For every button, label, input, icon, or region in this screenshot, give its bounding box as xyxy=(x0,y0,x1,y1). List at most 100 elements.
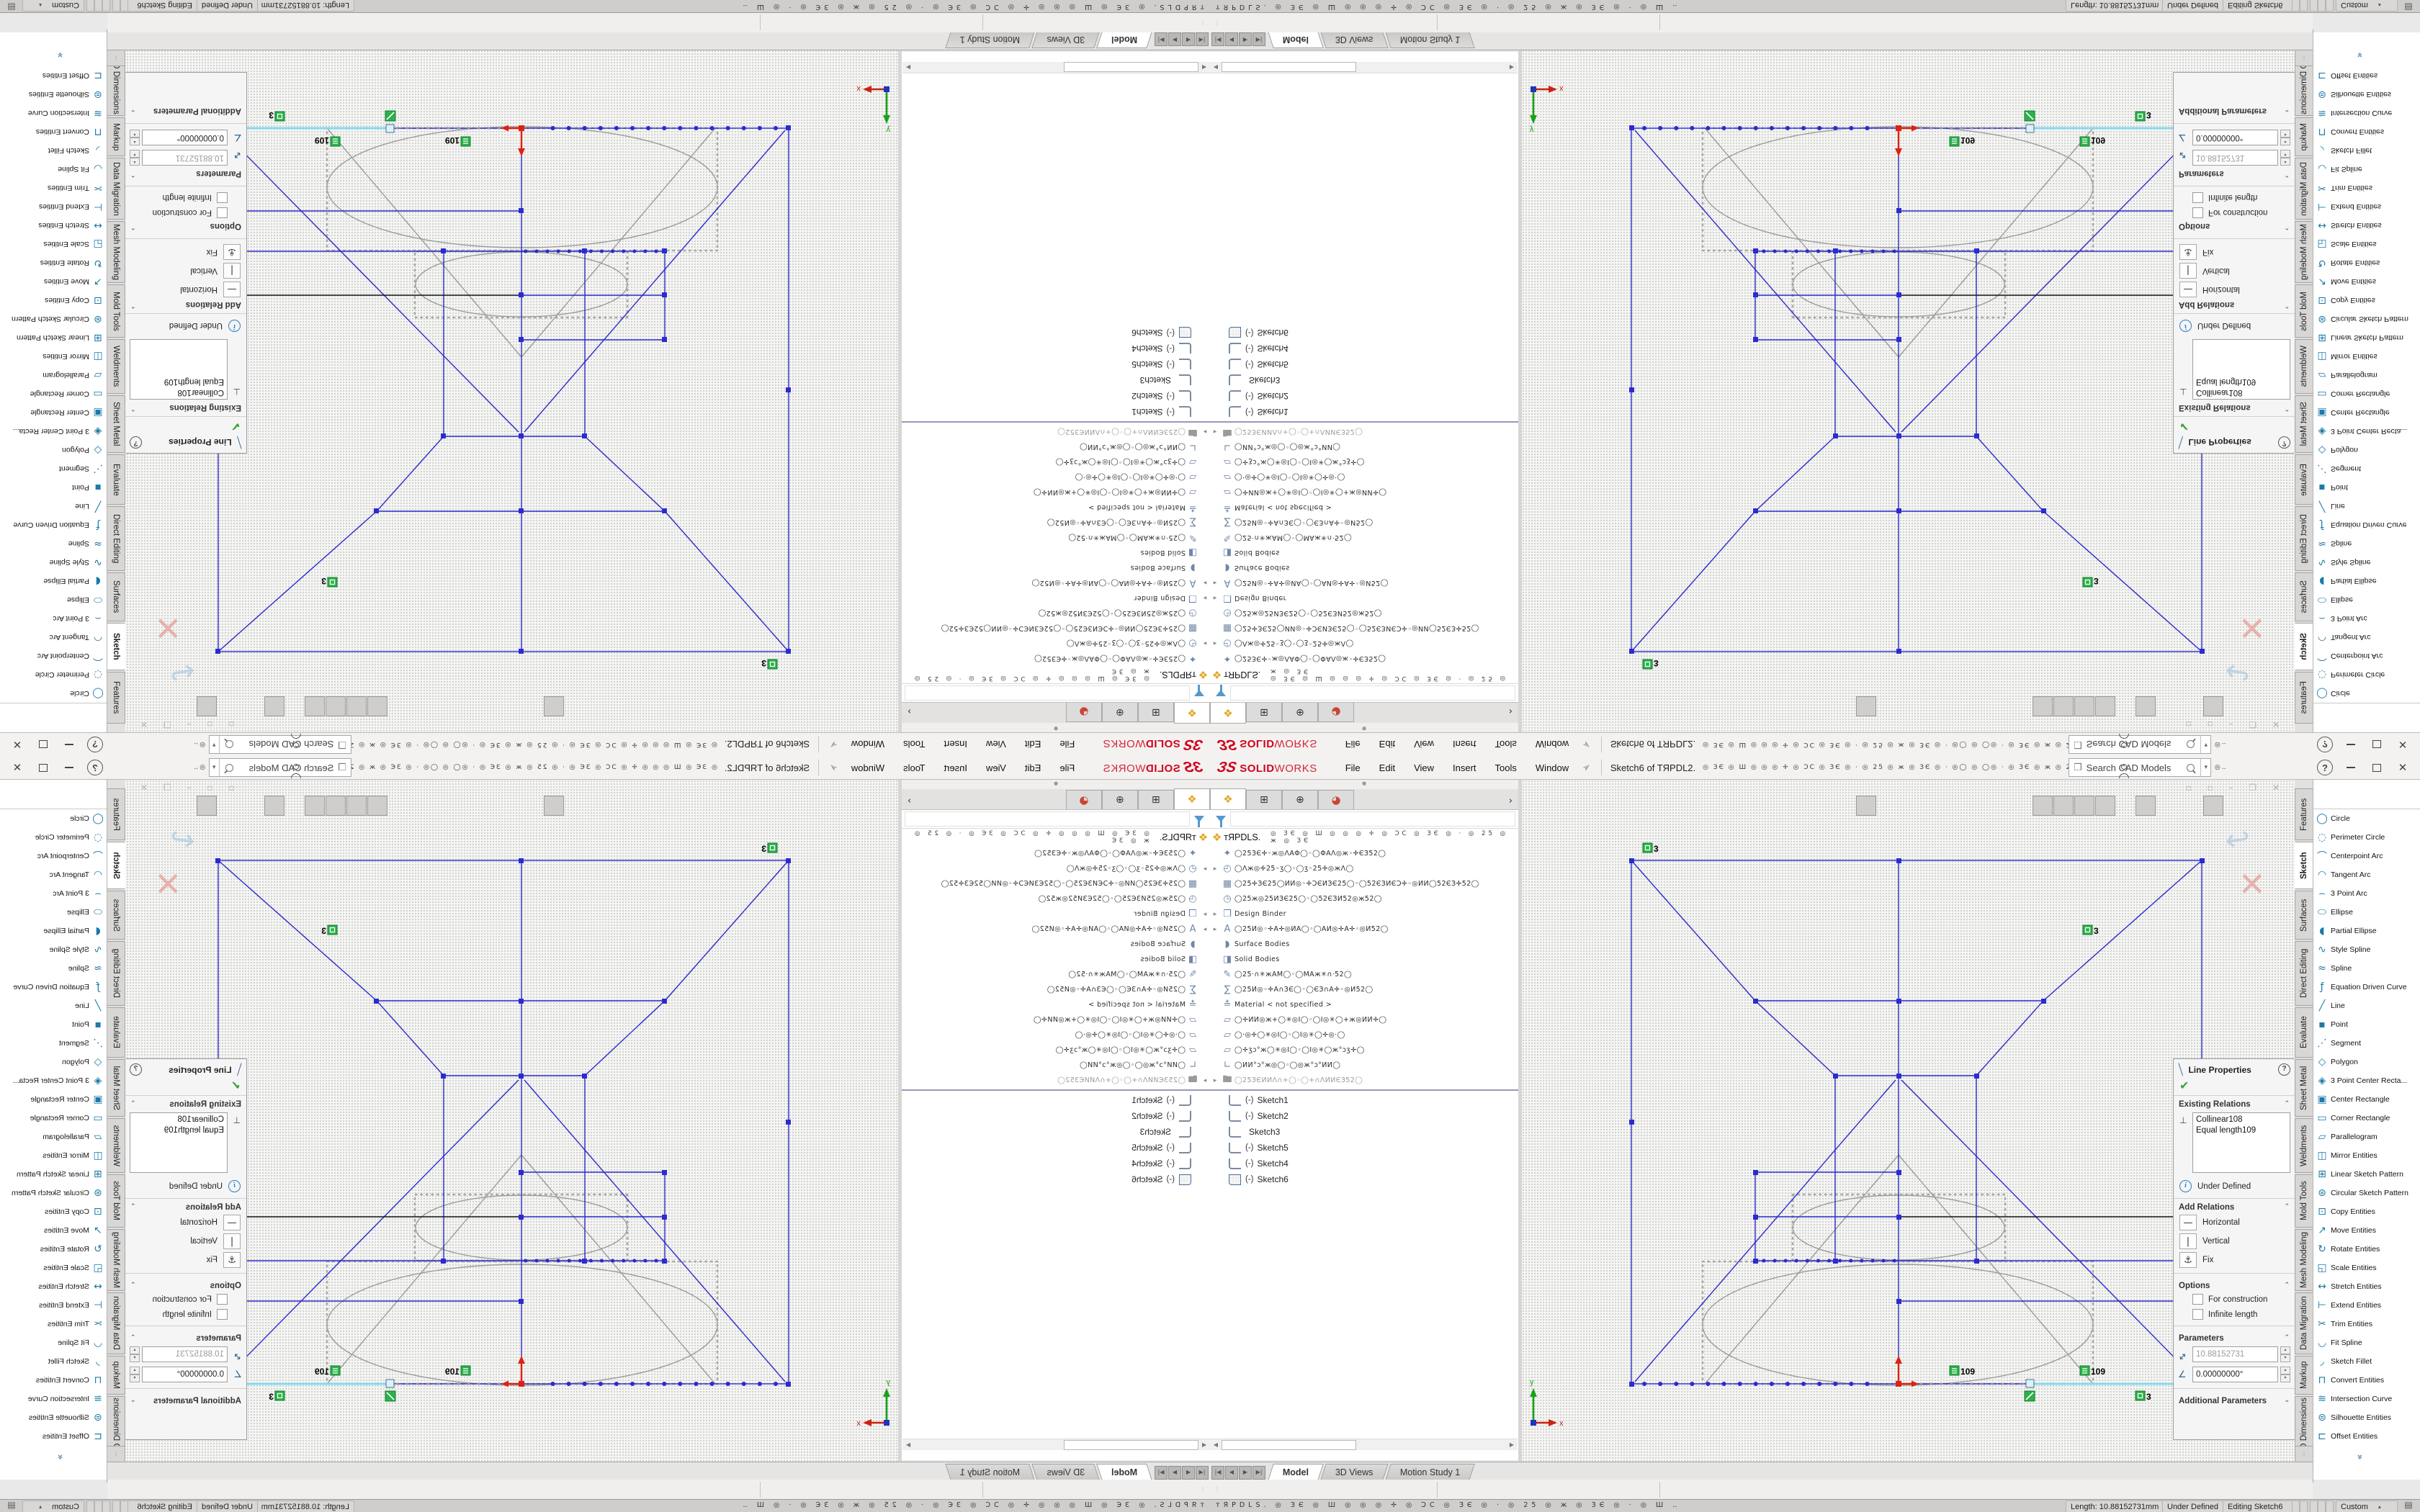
tool-line[interactable]: ╱ Line xyxy=(0,996,107,1015)
tree-item-garbled-locked-folder[interactable]: ▸ 🖿 ◯25ЗЄИИΛ∩+◯◦◯+∩ΛИИЄЗ52◯ xyxy=(1210,424,1518,439)
tree-item-material[interactable]: ≛ Material < not specified > xyxy=(902,997,1210,1012)
menu-file[interactable]: File xyxy=(1050,762,1084,773)
tool-ellipse[interactable]: ⬭ Ellipse xyxy=(2313,903,2420,922)
tool-fit-spline[interactable]: ◡ Fit Spline xyxy=(0,160,107,179)
tool-3-point-center-rectangle[interactable]: ◈ 3 Point Center Recta... xyxy=(2313,422,2420,441)
tool-copy-entities[interactable]: ⊡ Copy Entities xyxy=(0,1202,107,1221)
restore-button[interactable] xyxy=(2368,759,2385,776)
model-tab[interactable]: Model xyxy=(1096,32,1152,48)
markup-tool-icon[interactable] xyxy=(1083,15,1101,31)
tool-stretch-entities[interactable]: ↔ Stretch Entities xyxy=(2313,216,2420,235)
tool-stretch-entities[interactable]: ↔ Stretch Entities xyxy=(0,1277,107,1296)
tool-3-point-center-rectangle[interactable]: ◈ 3 Point Center Recta... xyxy=(0,1071,107,1090)
tool-perimeter-circle[interactable]: ◌ Perimeter Circle xyxy=(0,828,107,847)
command-tab-features[interactable]: Features xyxy=(2295,788,2313,840)
tree-item-sketch2[interactable]: (-) Sketch2 xyxy=(1210,388,1518,404)
length-parameter-input[interactable]: 10.88152731 xyxy=(2192,1346,2278,1362)
tree-item-surface-bodies[interactable]: ◗ Surface Bodies xyxy=(902,937,1210,952)
3d-views-tab[interactable]: 3D Views xyxy=(1320,32,1388,48)
tab-scroll-next[interactable]: ▶ xyxy=(1168,32,1181,46)
command-tab-sketch[interactable]: Sketch xyxy=(107,623,125,670)
tool-segment[interactable]: ⋰ Segment xyxy=(0,1034,107,1053)
motion-study-tab[interactable]: Motion Study 1 xyxy=(945,32,1035,48)
markup-tool-icon[interactable] xyxy=(1026,1482,1045,1498)
tree-item-garbled-top-plane[interactable]: ▱ ◯·◎✛◯✳◎Ι◯◦◯Ι◎✳◯✛◎·◯ xyxy=(1210,469,1518,485)
tree-item-material[interactable]: ≛ Material < not specified > xyxy=(1210,997,1518,1012)
tool-perimeter-circle[interactable]: ◌ Perimeter Circle xyxy=(0,665,107,684)
tree-item-sketch2[interactable]: (-) Sketch2 xyxy=(1210,1108,1518,1124)
command-tab-markup[interactable]: Markup xyxy=(2295,117,2313,156)
tool-mirror-entities[interactable]: ◫ Mirror Entities xyxy=(0,1146,107,1165)
parameters-header[interactable]: Parameters⌃ xyxy=(2174,168,2295,182)
close-button[interactable]: ✕ xyxy=(2394,736,2411,753)
expand-arrow-icon[interactable]: ▸ xyxy=(1200,428,1210,436)
tool-style-spline[interactable]: ∿ Style Spline xyxy=(2313,553,2420,572)
add-relation-vertical[interactable]: | Vertical xyxy=(125,1232,246,1251)
markup-tool-icon[interactable] xyxy=(989,15,1008,31)
expand-arrow-icon[interactable]: ▸ xyxy=(1200,865,1210,873)
add-relation-horizontal[interactable]: — Horizontal xyxy=(2174,280,2295,299)
markup-tool-icon[interactable] xyxy=(1263,1482,1281,1498)
menu-insert[interactable]: Insert xyxy=(934,762,977,773)
tool-parallelogram[interactable]: ▱ Parallelogram xyxy=(0,366,107,384)
command-tab-weldments[interactable]: Weldments xyxy=(2295,1118,2313,1173)
menu-insert[interactable]: Insert xyxy=(1443,762,1486,773)
scroll-thumb[interactable] xyxy=(1222,1440,1356,1450)
additional-parameters-header[interactable]: Additional Parameters⌄ xyxy=(2174,1392,2295,1407)
tool-partial-ellipse[interactable]: ◖ Partial Ellipse xyxy=(2313,922,2420,940)
selected-line-endpoint-1[interactable] xyxy=(2026,1380,2034,1387)
restore-button[interactable] xyxy=(35,759,52,776)
help-icon[interactable]: ? xyxy=(86,759,104,776)
menu-edit[interactable]: Edit xyxy=(1016,739,1050,750)
search-dropdown-icon[interactable]: ▾ xyxy=(2200,759,2210,776)
tree-item-sketch4[interactable]: (-) Sketch4 xyxy=(1210,341,1518,356)
command-tab-weldments[interactable]: Weldments xyxy=(107,339,125,394)
options-header[interactable]: Options⌃ xyxy=(125,220,246,235)
markup-tool-icon[interactable] xyxy=(1319,1482,1337,1498)
tree-item-sketch6-active[interactable]: (-) Sketch6 xyxy=(902,325,1210,341)
tree-item-garbled-markups[interactable]: ✎ ◯25·∩✳жΑM◯◦◯MΑж✳∩·52◯ xyxy=(902,967,1210,982)
markup-tool-icon[interactable] xyxy=(989,1482,1008,1498)
tree-item-sketch1[interactable]: (-) Sketch1 xyxy=(902,404,1210,420)
selected-line-endpoint-1[interactable] xyxy=(2026,125,2034,132)
tool-line[interactable]: ╱ Line xyxy=(0,497,107,516)
tool-silhouette-entities[interactable]: ⊜ Silhouette Entities xyxy=(2313,1408,2420,1427)
command-tab-direct-editing[interactable]: Direct Editing xyxy=(107,941,125,1006)
tool-circle[interactable]: ◯ Circle xyxy=(2313,684,2420,703)
blue-sketch-entities[interactable] xyxy=(218,128,789,652)
tree-rollback-bar[interactable] xyxy=(1210,421,1518,423)
status-corner-icon[interactable]: ▤ xyxy=(2401,1,2416,12)
tree-item-garbled-selection-sets[interactable]: ◷ ◯25ж◎25ИЗЄ25◯◦◯52ЄЗИ52◎ж52◯ xyxy=(902,606,1210,621)
markup-tool-icon[interactable] xyxy=(1244,15,1263,31)
tool-ellipse[interactable]: ⬭ Ellipse xyxy=(2313,590,2420,609)
add-relation-horizontal[interactable]: — Horizontal xyxy=(125,280,246,299)
tool-ellipse[interactable]: ⬭ Ellipse xyxy=(0,590,107,609)
markup-tool-icon[interactable] xyxy=(1356,1482,1375,1498)
tool-intersection-curve[interactable]: ≋ Intersection Curve xyxy=(0,104,107,122)
expand-arrow-icon[interactable]: ▸ xyxy=(1200,595,1210,602)
tree-item-sketch4[interactable]: (-) Sketch4 xyxy=(902,341,1210,356)
scroll-right-icon[interactable]: ▶ xyxy=(903,63,913,72)
menu-tools[interactable]: Tools xyxy=(894,762,934,773)
tree-horizontal-scrollbar[interactable]: ◀ ▶ xyxy=(902,62,1210,73)
status-corner-icon[interactable]: ▤ xyxy=(4,1500,19,1511)
tree-item-sketch5[interactable]: (-) Sketch5 xyxy=(1210,1140,1518,1156)
angle-spinner[interactable]: ▴▾ xyxy=(130,1367,140,1382)
pin-menu-icon[interactable]: ➢ xyxy=(826,760,840,775)
markup-tool-icon[interactable] xyxy=(1300,1482,1319,1498)
command-tab-evaluate[interactable]: Evaluate xyxy=(107,1007,125,1058)
tree-tab-appearances[interactable]: ◕ xyxy=(1318,703,1354,722)
tree-tab-dimxpert[interactable]: ⊕ xyxy=(1102,703,1138,722)
tree-item-garbled-front-plane[interactable]: ▱ ◯✛ИИ◎ж+◯✳◎Ι◯◦◯Ι◎✳◯+ж◎ИИ✛◯ xyxy=(902,1012,1210,1027)
tree-item-material[interactable]: ≛ Material < not specified > xyxy=(1210,500,1518,515)
tool-scale-entities[interactable]: ◱ Scale Entities xyxy=(0,1259,107,1277)
tool-sketch-fillet[interactable]: ◞ Sketch Fillet xyxy=(0,141,107,160)
tree-item-garbled-sensors[interactable]: ▦ ◯25✛ЗЄ25◯ИИ◎◦✛ƆЄИЗЄ25◯◦◯52ЄЗИЄƆ✛◦◎ИИ◯5… xyxy=(902,621,1210,636)
options-header[interactable]: Options⌃ xyxy=(125,1277,246,1292)
tool-polygon[interactable]: ◇ Polygon xyxy=(2313,441,2420,459)
add-relations-header[interactable]: Add Relations⌃ xyxy=(125,299,246,313)
accept-checkmark-icon[interactable]: ✔ xyxy=(2174,416,2295,435)
panel-grip[interactable]: ● xyxy=(902,723,1210,732)
tree-item-garbled-front-plane[interactable]: ▱ ◯✛ИИ◎ж+◯✳◎Ι◯◦◯Ι◎✳◯+ж◎ИИ✛◯ xyxy=(1210,485,1518,500)
search-dropdown-icon[interactable]: ▾ xyxy=(210,759,220,776)
